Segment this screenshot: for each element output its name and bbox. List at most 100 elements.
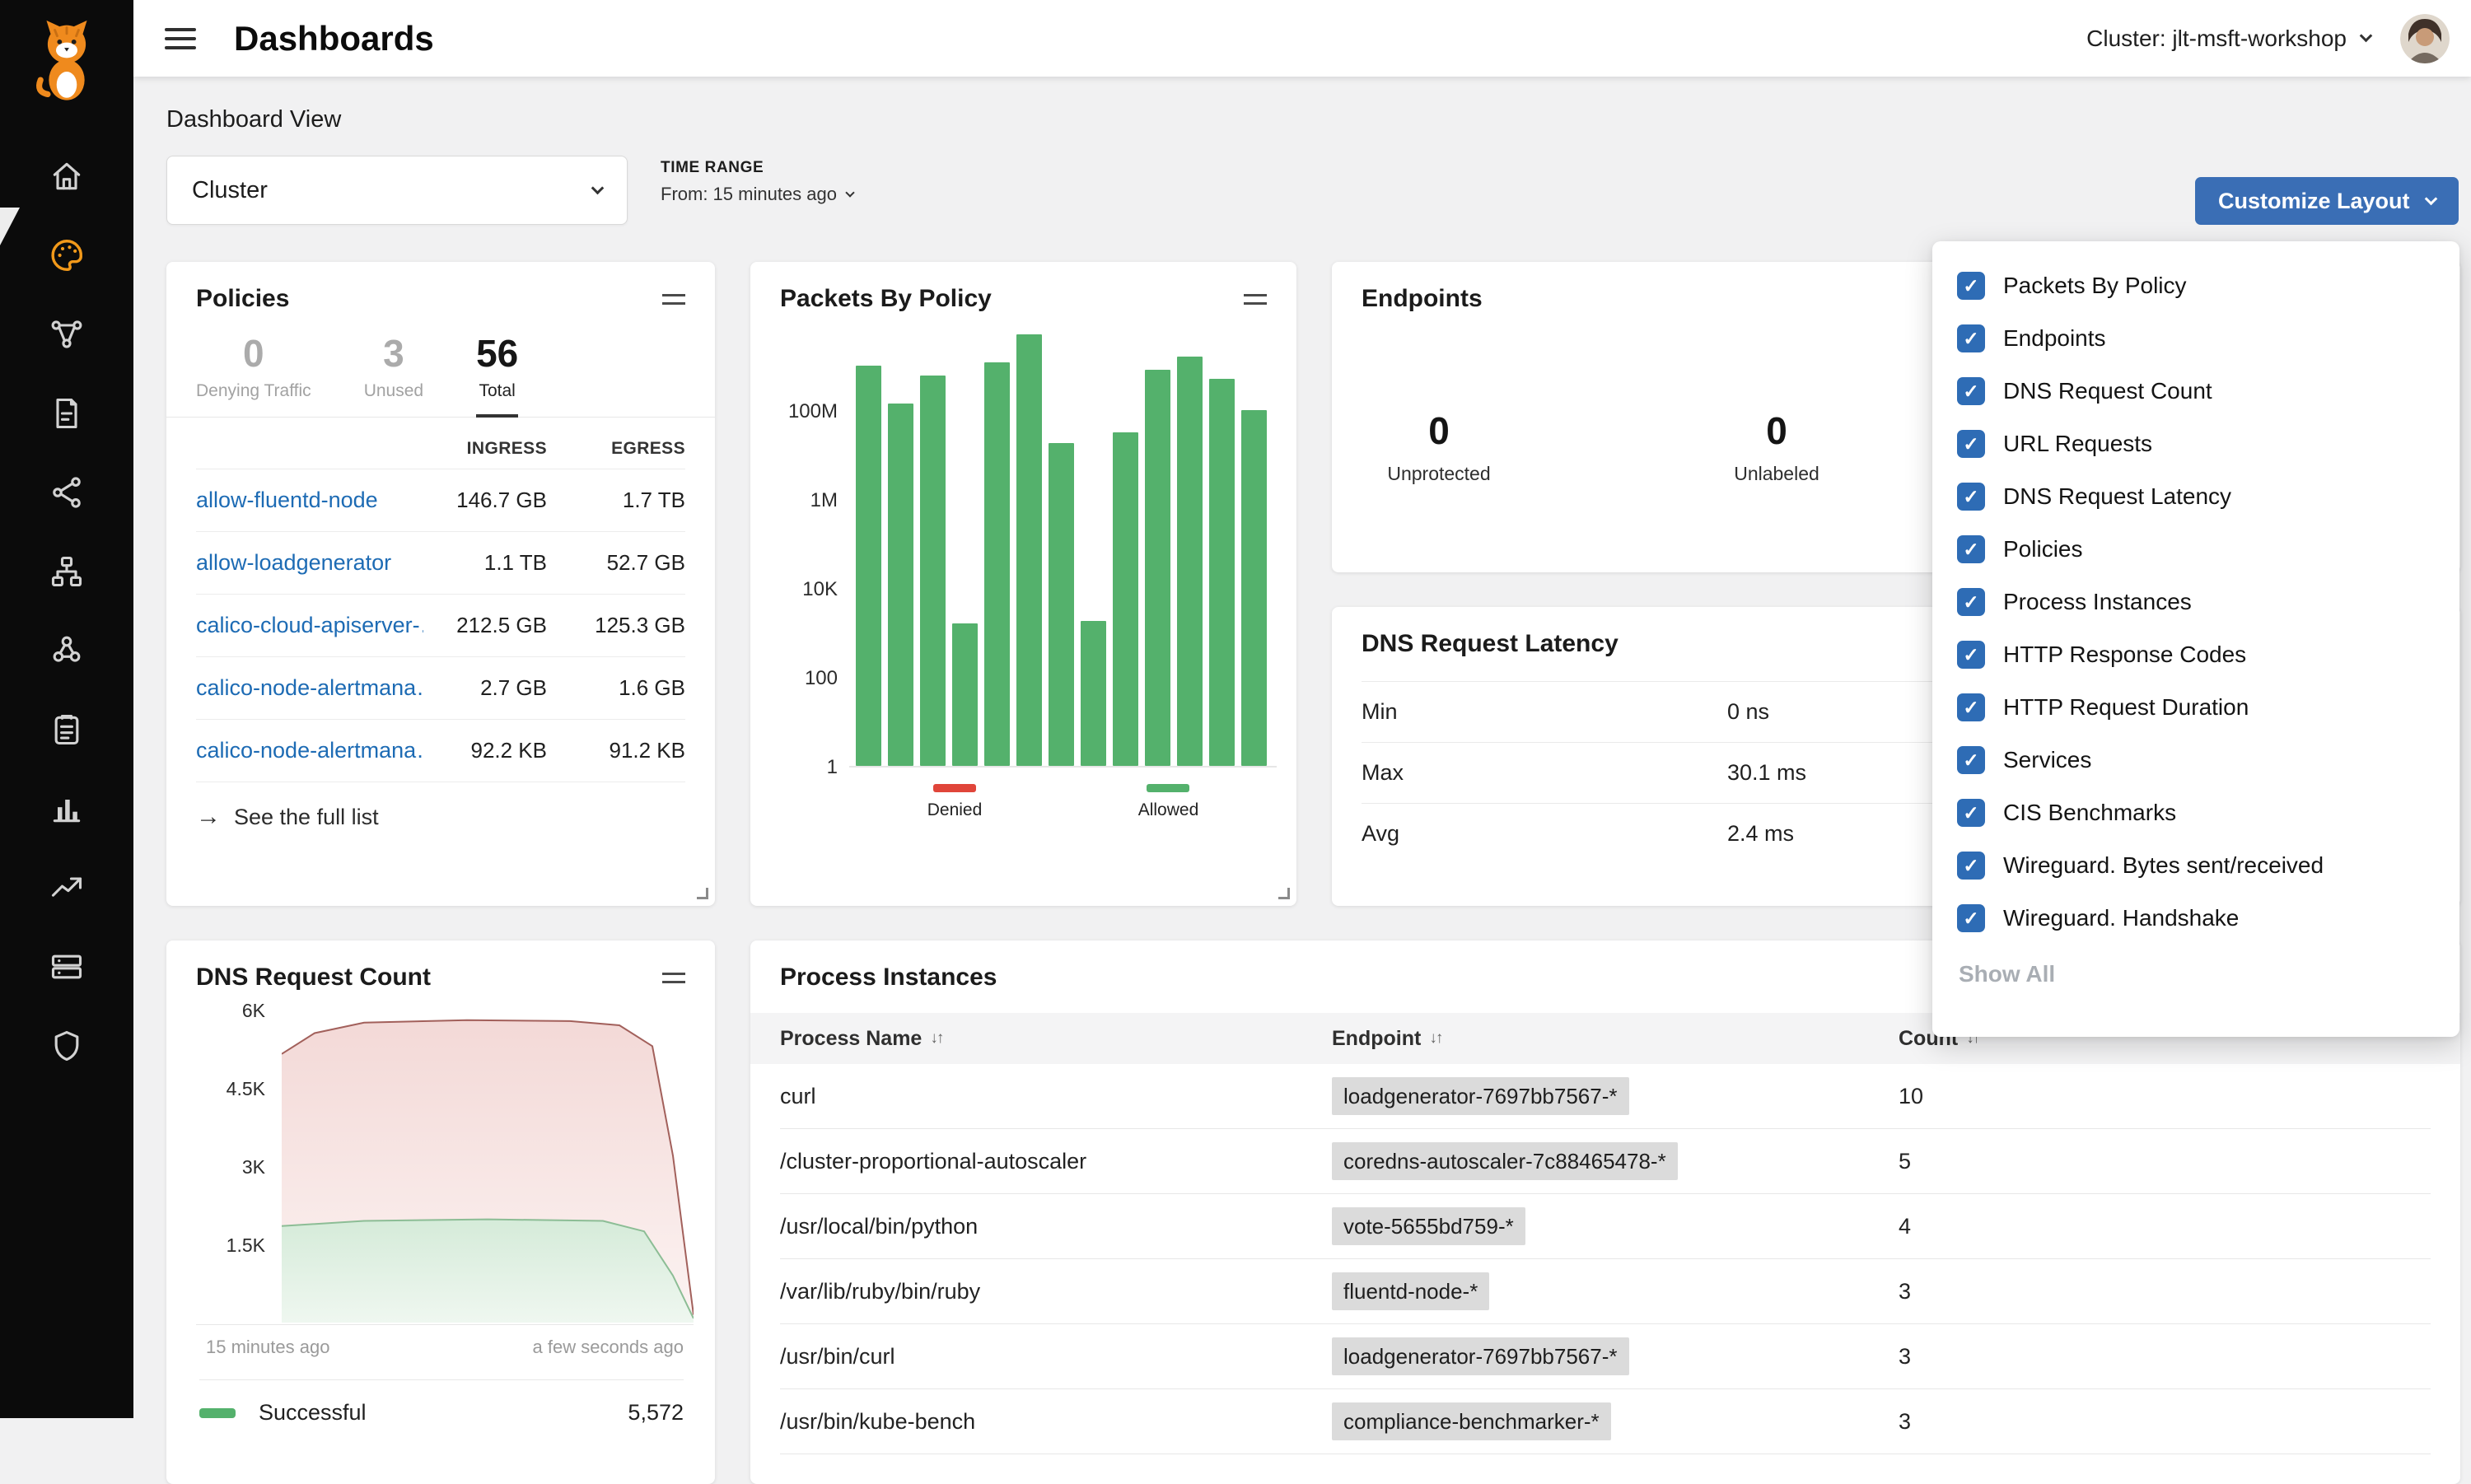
layout-menu-item-dns-request-latency[interactable]: ✓DNS Request Latency (1932, 470, 2459, 523)
sidebar-item-home[interactable] (0, 137, 133, 216)
checkbox-checked-icon[interactable]: ✓ (1957, 324, 1985, 352)
layout-menu-item-process-instances[interactable]: ✓Process Instances (1932, 576, 2459, 628)
checkbox-checked-icon[interactable]: ✓ (1957, 746, 1985, 774)
sidebar-item-storage[interactable] (0, 927, 133, 1006)
sidebar-item-threat-defense[interactable] (0, 1006, 133, 1085)
time-range-value[interactable]: From: 15 minutes ago (661, 184, 853, 205)
checkbox-checked-icon[interactable]: ✓ (1957, 693, 1985, 721)
column-header-endpoint[interactable]: Endpoint↓↑ (1332, 1027, 1899, 1051)
sort-icon[interactable]: ↓↑ (930, 1029, 942, 1048)
sidebar-item-compliance[interactable] (0, 690, 133, 769)
policies-stat-total[interactable]: 56Total (476, 324, 518, 418)
policies-footer: → See the full list (196, 782, 685, 852)
y-axis-tick: 1M (810, 489, 838, 512)
menu-item-label: URL Requests (2003, 431, 2152, 457)
sort-icon[interactable]: ↓↑ (1429, 1029, 1441, 1048)
endpoints-card-title: Endpoints (1362, 285, 1483, 313)
checkbox-checked-icon[interactable]: ✓ (1957, 641, 1985, 669)
cluster-selector[interactable]: Cluster: jlt-msft-workshop (2086, 26, 2371, 52)
endpoint-chip: loadgenerator-7697bb7567-* (1332, 1077, 1629, 1115)
policy-link[interactable]: calico-node-alertmana… (196, 738, 423, 763)
sidebar-item-activity[interactable] (0, 769, 133, 848)
drag-handle-icon[interactable] (1244, 294, 1267, 305)
calico-cat-logo[interactable] (0, 0, 133, 104)
dns-area-chart: 1.5K3K4.5K6K (196, 1001, 694, 1325)
packets-bar (1209, 379, 1235, 766)
customize-layout-menu: ✓Packets By Policy✓Endpoints✓DNS Request… (1932, 241, 2459, 1037)
policies-card: Policies 0Denying Traffic3Unused56Total … (166, 262, 715, 906)
policy-link[interactable]: calico-node-alertmana… (196, 675, 423, 701)
checkbox-checked-icon[interactable]: ✓ (1957, 799, 1985, 827)
count-cell: 3 (1899, 1409, 2431, 1435)
layout-menu-item-services[interactable]: ✓Services (1932, 734, 2459, 786)
dashboards-icon (48, 236, 86, 274)
policy-link[interactable]: allow-loadgenerator (196, 550, 423, 576)
y-axis-tick: 1.5K (227, 1234, 265, 1257)
main-content: Dashboard View Cluster TIME RANGE From: … (133, 77, 2471, 1418)
legend-allowed: Allowed (1138, 784, 1199, 820)
drag-handle-icon[interactable] (662, 294, 685, 305)
cat-logo-icon (30, 18, 103, 104)
ingress-value: 2.7 GB (423, 675, 547, 701)
topbar-right: Cluster: jlt-msft-workshop (2086, 14, 2450, 63)
policy-row: calico-node-alertmana…92.2 KB91.2 KB (196, 719, 685, 782)
layout-menu-item-wireguard-handshake[interactable]: ✓Wireguard. Handshake (1932, 892, 2459, 945)
layout-menu-item-dns-request-count[interactable]: ✓DNS Request Count (1932, 365, 2459, 418)
sidebar-item-endpoints[interactable] (0, 532, 133, 611)
resize-handle[interactable] (1278, 888, 1290, 899)
endpoint-chip: fluentd-node-* (1332, 1272, 1489, 1310)
customize-layout-button[interactable]: Customize Layout (2195, 177, 2459, 225)
checkbox-checked-icon[interactable]: ✓ (1957, 377, 1985, 405)
chevron-down-icon (845, 188, 854, 197)
sidebar-item-clusters[interactable] (0, 611, 133, 690)
stat-value: 3 (364, 333, 423, 375)
time-range-text: From: 15 minutes ago (661, 184, 837, 205)
checkbox-checked-icon[interactable]: ✓ (1957, 852, 1985, 880)
stat-value: 0 (196, 333, 311, 375)
user-photo (2400, 14, 2450, 63)
checkbox-checked-icon[interactable]: ✓ (1957, 588, 1985, 616)
menu-item-label: HTTP Response Codes (2003, 642, 2246, 668)
count-cell: 3 (1899, 1279, 2431, 1304)
policies-stat-unused[interactable]: 3Unused (364, 324, 423, 417)
layout-menu-item-http-request-duration[interactable]: ✓HTTP Request Duration (1932, 681, 2459, 734)
policy-link[interactable]: calico-cloud-apiserver-… (196, 613, 423, 638)
layout-menu-item-url-requests[interactable]: ✓ URL Requests (1932, 418, 2459, 470)
avatar[interactable] (2400, 14, 2450, 63)
resize-handle[interactable] (697, 888, 708, 899)
layout-menu-item-http-response-codes[interactable]: ✓ HTTP Response Codes (1932, 628, 2459, 681)
policy-link[interactable]: allow-fluentd-node (196, 488, 423, 513)
ingress-value: 146.7 GB (423, 488, 547, 513)
y-axis-tick: 6K (242, 1000, 265, 1022)
egress-value: 1.7 TB (547, 488, 685, 513)
table-row: /cluster-proportional-autoscalercoredns-… (780, 1129, 2431, 1194)
layout-menu-item-policies[interactable]: ✓Policies (1932, 523, 2459, 576)
checkbox-checked-icon[interactable]: ✓ (1957, 904, 1985, 932)
ingress-value: 212.5 GB (423, 613, 547, 638)
dashboard-view-select[interactable]: Cluster (166, 156, 628, 225)
layout-menu-item-cis-benchmarks[interactable]: ✓CIS Benchmarks (1932, 786, 2459, 839)
column-header-process-name[interactable]: Process Name↓↑ (780, 1027, 1332, 1051)
time-range-label: TIME RANGE (661, 159, 853, 177)
layout-menu-item-wireguard-bytes-sent-received[interactable]: ✓Wireguard. Bytes sent/received (1932, 839, 2459, 892)
checkbox-checked-icon[interactable]: ✓ (1957, 272, 1985, 300)
see-full-list-link[interactable]: See the full list (234, 805, 379, 830)
sidebar-item-service-graph[interactable] (0, 295, 133, 374)
menu-icon[interactable] (165, 22, 196, 55)
packets-bar (1241, 410, 1267, 766)
show-all-link[interactable]: Show All (1959, 961, 2459, 987)
layout-menu-item-packets-by-policy[interactable]: ✓Packets By Policy (1932, 259, 2459, 312)
sidebar-item-timeline[interactable] (0, 848, 133, 927)
legend-label: Successful (259, 1400, 367, 1426)
checkbox-checked-icon[interactable]: ✓ (1957, 430, 1985, 458)
latency-label: Min (1362, 699, 1727, 725)
drag-handle-icon[interactable] (662, 973, 685, 983)
sidebar-item-dashboards[interactable] (0, 216, 133, 295)
policies-stat-denying-traffic[interactable]: 0Denying Traffic (196, 324, 311, 417)
sidebar (0, 0, 133, 1418)
checkbox-checked-icon[interactable]: ✓ (1957, 535, 1985, 563)
checkbox-checked-icon[interactable]: ✓ (1957, 483, 1985, 511)
layout-menu-item-endpoints[interactable]: ✓Endpoints (1932, 312, 2459, 365)
sidebar-item-policies[interactable] (0, 374, 133, 453)
sidebar-item-nodes[interactable] (0, 453, 133, 532)
